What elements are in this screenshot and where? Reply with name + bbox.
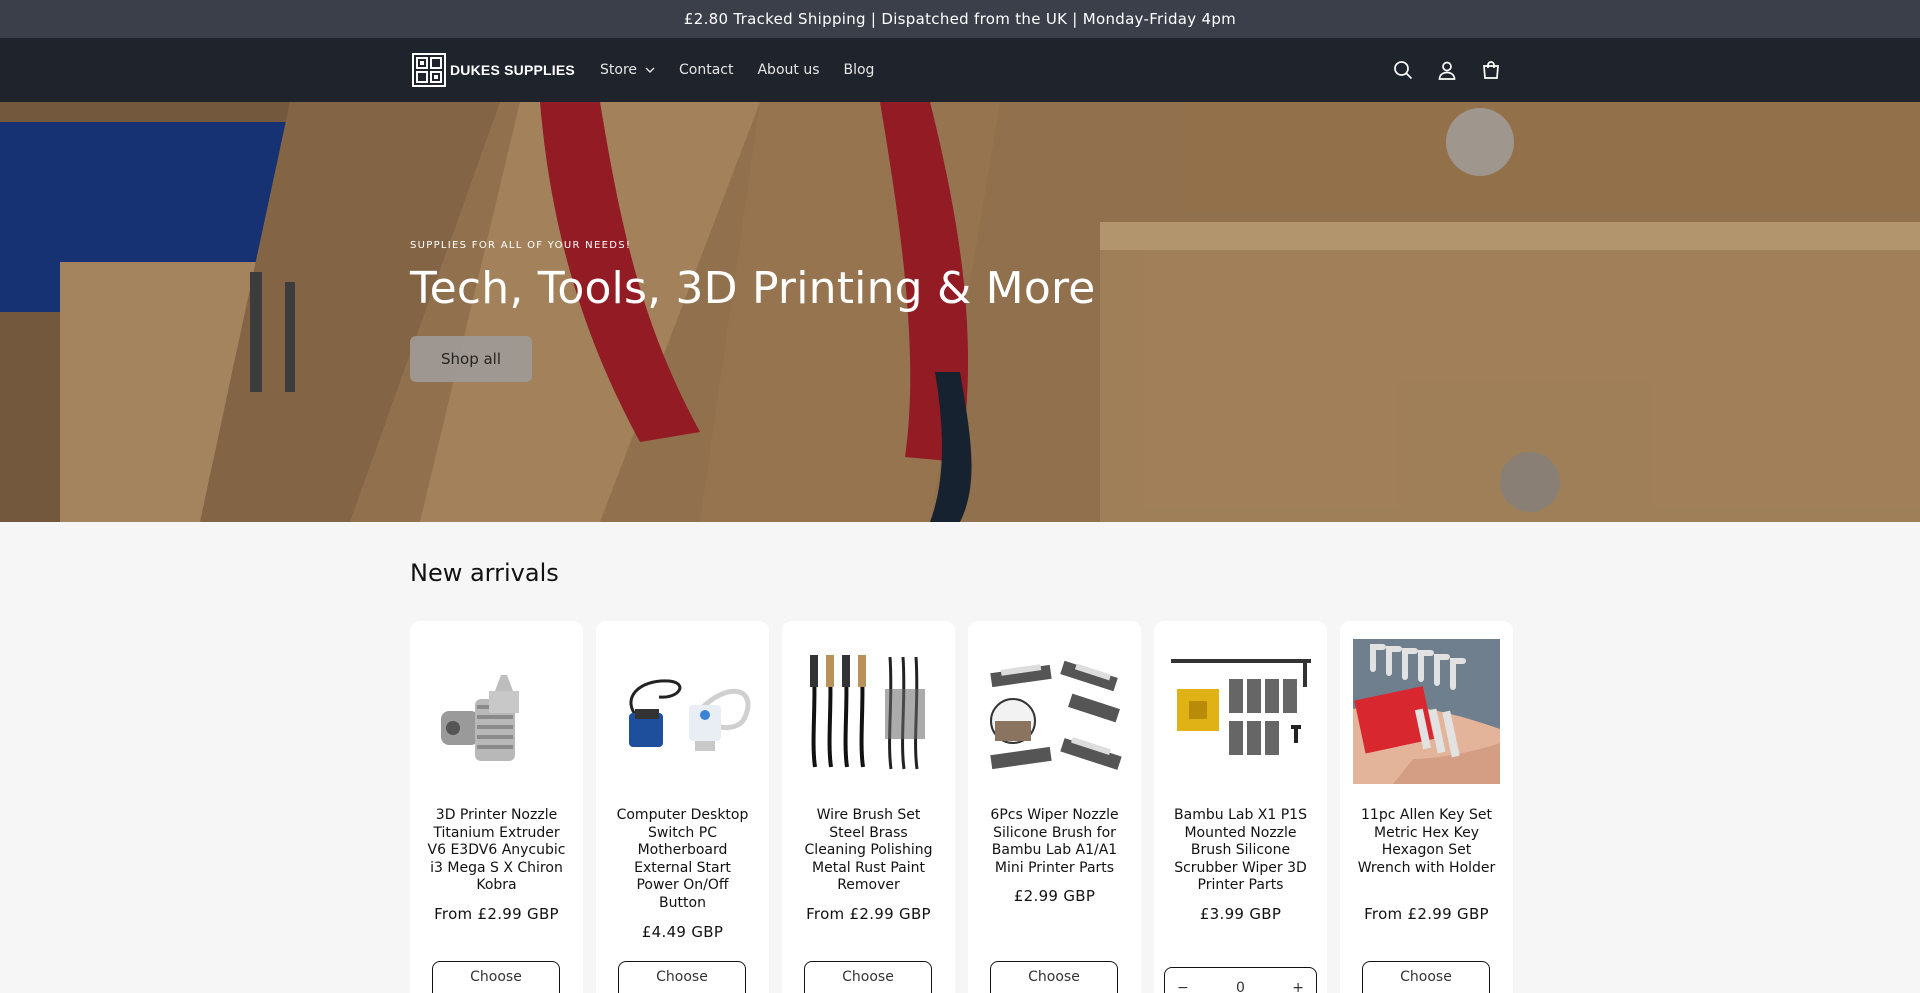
section-title: New arrivals [410,559,559,587]
hero-kicker: SUPPLIES FOR ALL OF YOUR NEEDS! [410,240,632,251]
shop-all-button[interactable]: Shop all [410,336,532,382]
logo[interactable]: DUKES SUPPLIES [412,53,575,87]
chevron-down-icon [645,67,655,73]
product-price: From £2.99 GBP [806,905,931,923]
header-icons [1392,38,1502,102]
product-card[interactable]: Computer Desktop Switch PC Motherboard E… [596,621,769,993]
quantity-value[interactable]: 0 [1236,980,1245,993]
nav-item-label: Contact [679,62,734,78]
nozzle-image[interactable] [423,639,570,784]
search-icon[interactable] [1392,59,1414,81]
allen-key-image[interactable] [1353,639,1500,784]
choose-button[interactable]: Choose [804,961,932,993]
wire-brush-image[interactable] [795,639,942,784]
product-price: £4.49 GBP [641,923,724,941]
quantity-minus-button[interactable]: − [1177,980,1189,993]
nav-item-label: Blog [843,62,875,78]
wiper-brush-image[interactable] [981,639,1128,784]
product-title[interactable]: 3D Printer Nozzle Titanium Extruder V6 E… [426,807,567,895]
choose-button[interactable]: Choose [432,961,560,993]
hero-title: Tech, Tools, 3D Printing & More [410,263,1096,314]
product-title[interactable]: 11pc Allen Key Set Metric Hex Key Hexago… [1356,807,1497,877]
logo-text: DUKES SUPPLIES [450,62,575,78]
nav-item-blog[interactable]: Blog [844,62,875,78]
announcement-text: £2.80 Tracked Shipping | Dispatched from… [683,10,1237,28]
product-card[interactable]: Wire Brush Set Steel Brass Cleaning Poli… [782,621,955,993]
choose-button[interactable]: Choose [990,961,1118,993]
nav-item-store[interactable]: Store [600,62,655,78]
main-nav: Store Contact About us Blog [600,38,874,102]
product-card[interactable]: 3D Printer Nozzle Titanium Extruder V6 E… [410,621,583,993]
nav-item-label: About us [757,62,820,78]
logo-icon [412,53,446,87]
choose-button[interactable]: Choose [1362,961,1490,993]
quantity-stepper: − 0 + [1164,967,1317,993]
product-price: From £2.99 GBP [434,905,559,923]
site-header: DUKES SUPPLIES Store Contact About us Bl… [0,38,1920,102]
product-price: From £2.99 GBP [1364,905,1489,923]
product-card[interactable]: 11pc Allen Key Set Metric Hex Key Hexago… [1340,621,1513,993]
cart-icon[interactable] [1480,59,1502,81]
scrubber-wiper-image[interactable] [1167,639,1314,784]
hero-banner: SUPPLIES FOR ALL OF YOUR NEEDS! Tech, To… [0,102,1920,522]
nav-item-label: Store [600,62,638,78]
nav-item-about-us[interactable]: About us [757,62,819,78]
product-card[interactable]: Bambu Lab X1 P1S Mounted Nozzle Brush Si… [1154,621,1327,993]
account-icon[interactable] [1436,59,1458,81]
product-title[interactable]: Wire Brush Set Steel Brass Cleaning Poli… [798,807,939,895]
product-price: £3.99 GBP [1199,905,1282,923]
product-title[interactable]: Bambu Lab X1 P1S Mounted Nozzle Brush Si… [1170,807,1311,895]
hero-content: SUPPLIES FOR ALL OF YOUR NEEDS! Tech, To… [410,240,1096,382]
announcement-bar: £2.80 Tracked Shipping | Dispatched from… [0,0,1920,38]
power-switch-image[interactable] [609,639,756,784]
nav-item-contact[interactable]: Contact [679,62,733,78]
product-title[interactable]: Computer Desktop Switch PC Motherboard E… [612,807,753,912]
product-grid: 3D Printer Nozzle Titanium Extruder V6 E… [410,621,1513,993]
product-price: £2.99 GBP [1013,887,1096,905]
product-card[interactable]: 6Pcs Wiper Nozzle Silicone Brush for Bam… [968,621,1141,993]
product-title[interactable]: 6Pcs Wiper Nozzle Silicone Brush for Bam… [984,807,1125,877]
quantity-plus-button[interactable]: + [1292,980,1304,993]
choose-button[interactable]: Choose [618,961,746,993]
